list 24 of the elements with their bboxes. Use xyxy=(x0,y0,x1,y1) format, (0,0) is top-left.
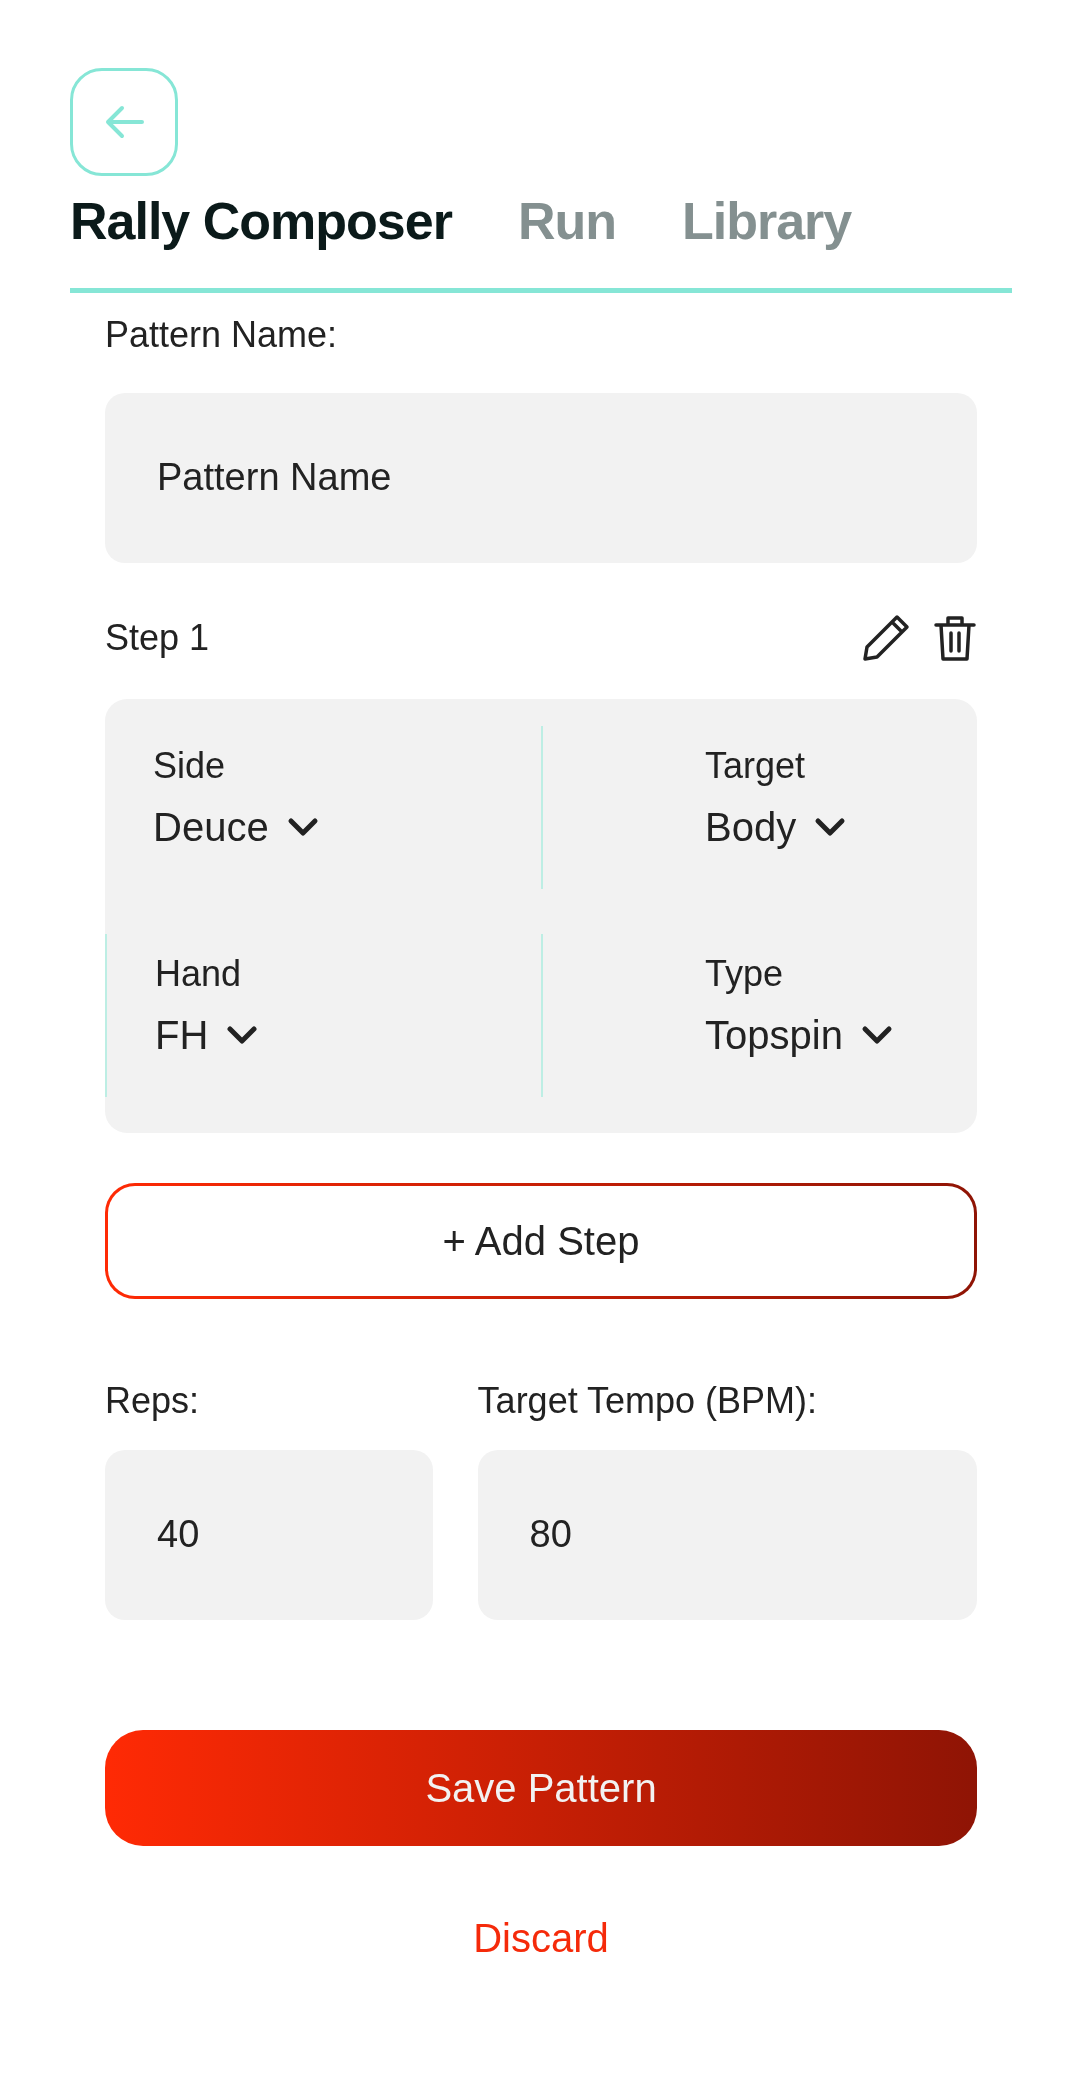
step-title: Step 1 xyxy=(105,616,210,660)
tempo-field[interactable]: 80 xyxy=(477,1449,977,1620)
chevron-down-icon xyxy=(860,1024,893,1045)
field-label: Type xyxy=(705,951,785,995)
dropdown[interactable]: Body xyxy=(705,796,847,857)
dropdown[interactable]: FH xyxy=(155,1004,259,1065)
chevron-down-icon xyxy=(814,816,847,837)
tab[interactable]: Rally Composer xyxy=(70,190,452,253)
field-label: Pattern Name: xyxy=(105,313,339,357)
pattern-name-field[interactable]: Pattern Name xyxy=(105,392,977,563)
chevron-down-icon xyxy=(286,816,319,837)
chevron-down-icon xyxy=(226,1024,259,1045)
reps-field[interactable]: 40 xyxy=(105,1449,433,1620)
field-label: Target xyxy=(705,743,807,787)
edit-button[interactable] xyxy=(861,612,911,663)
field-label: Reps: xyxy=(105,1378,201,1422)
field-label: Side xyxy=(153,743,227,787)
field-label: Hand xyxy=(155,951,243,995)
dropdown[interactable]: Topspin xyxy=(705,1004,893,1065)
field-label: Target Tempo (BPM): xyxy=(477,1378,819,1422)
discard-link[interactable]: Discard xyxy=(473,1907,609,1968)
dropdown[interactable]: Deuce xyxy=(153,796,319,857)
save-button[interactable]: Save Pattern xyxy=(105,1729,977,1846)
pencil-icon xyxy=(861,612,911,663)
